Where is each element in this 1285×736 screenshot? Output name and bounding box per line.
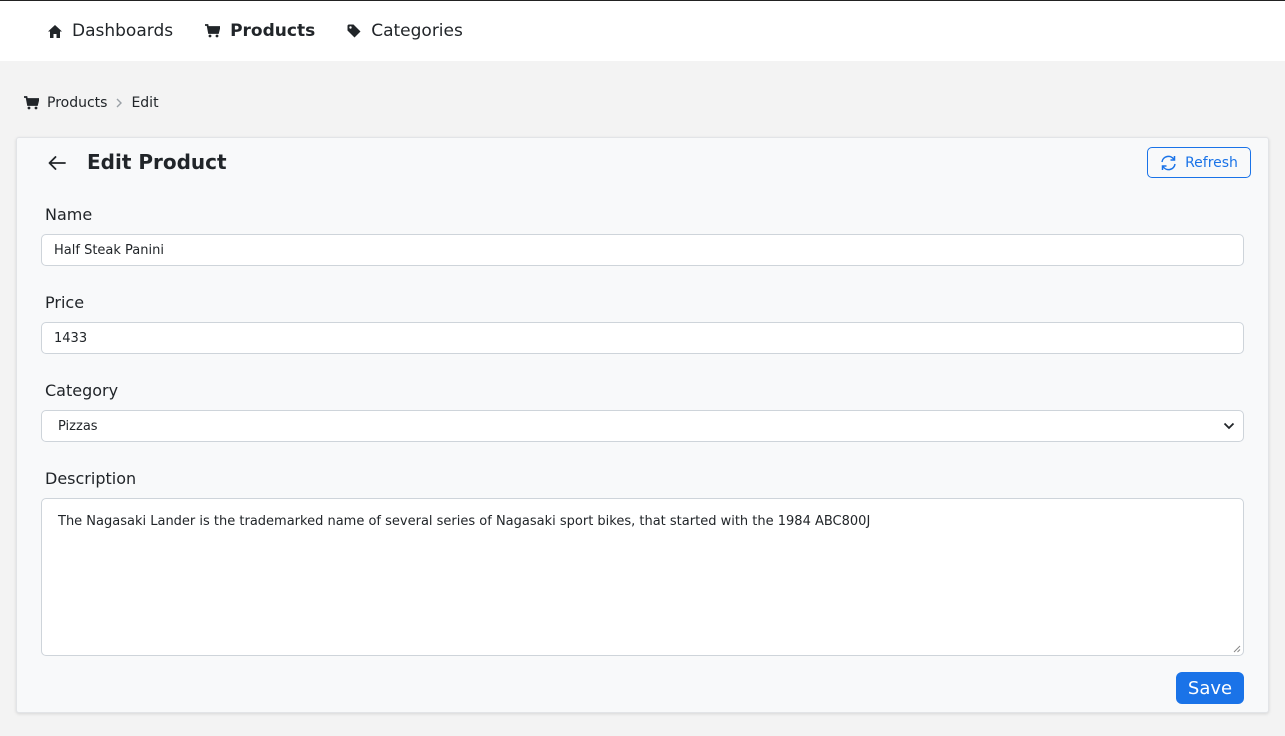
nav-item-label: Categories (371, 21, 463, 41)
breadcrumb: Products Edit (24, 93, 159, 113)
category-value: Pizzas (58, 418, 98, 434)
refresh-button[interactable]: Refresh (1147, 147, 1251, 178)
description-value: The Nagasaki Lander is the trademarked n… (58, 514, 871, 529)
breadcrumb-item-products[interactable]: Products (24, 95, 107, 111)
cart-icon (24, 96, 39, 110)
back-button[interactable] (45, 152, 69, 174)
category-label: Category (45, 381, 119, 400)
breadcrumb-label: Products (47, 95, 108, 111)
nav-item-categories[interactable]: Categories (347, 21, 463, 41)
page-title: Edit Product (87, 150, 227, 174)
cart-icon (205, 24, 221, 38)
breadcrumb-item-edit: Edit (131, 95, 159, 111)
description-textarea[interactable]: The Nagasaki Lander is the trademarked n… (41, 498, 1244, 656)
refresh-label: Refresh (1185, 154, 1238, 171)
nav-item-products[interactable]: Products (205, 21, 315, 41)
top-navigation: Dashboards Products Categories (0, 0, 1285, 61)
chevron-down-icon (1223, 422, 1235, 430)
save-button[interactable]: Save (1176, 672, 1244, 704)
chevron-right-icon (116, 98, 123, 108)
nav-item-label: Products (230, 21, 316, 41)
card-header: Edit Product Refresh (17, 138, 1268, 188)
price-value: 1433 (54, 330, 88, 346)
nav-item-label: Dashboards (72, 21, 174, 41)
tag-icon (347, 24, 361, 38)
price-label: Price (45, 293, 85, 312)
name-value: Half Steak Panini (54, 242, 164, 258)
edit-product-card: Edit Product Refresh Name Half Steak Pan… (16, 137, 1269, 713)
refresh-icon (1161, 155, 1176, 170)
home-icon (48, 24, 62, 38)
category-select[interactable]: Pizzas (41, 410, 1244, 442)
nav-item-dashboards[interactable]: Dashboards (48, 21, 173, 41)
description-label: Description (45, 469, 137, 488)
name-input[interactable]: Half Steak Panini (41, 234, 1244, 266)
arrow-left-icon (48, 156, 66, 170)
resize-handle-icon[interactable] (1233, 645, 1241, 653)
price-input[interactable]: 1433 (41, 322, 1244, 354)
name-label: Name (45, 205, 93, 224)
